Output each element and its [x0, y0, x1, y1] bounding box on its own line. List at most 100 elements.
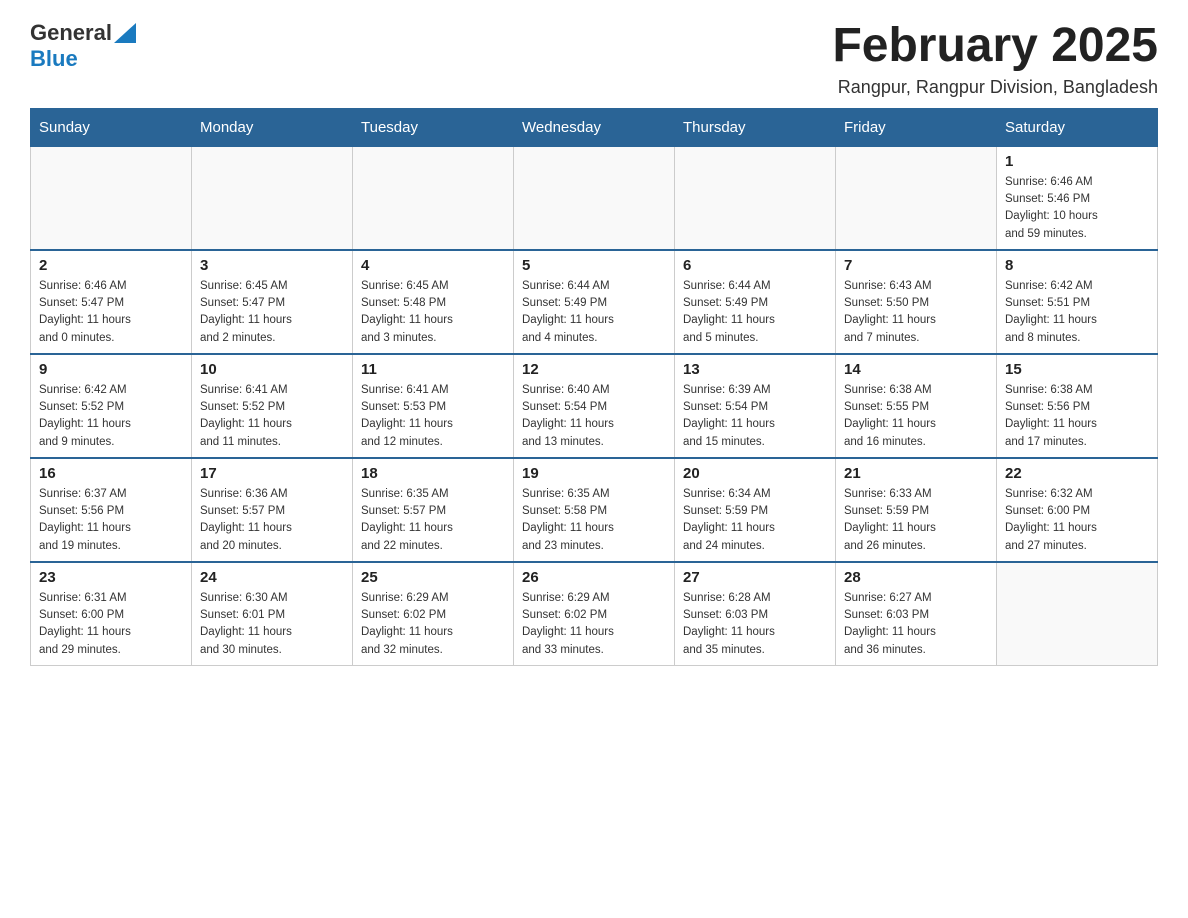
calendar-cell: 24 Sunrise: 6:30 AM Sunset: 6:01 PM Dayli…: [192, 562, 353, 666]
day-number: 1: [1005, 153, 1149, 170]
day-info: Sunrise: 6:43 AM Sunset: 5:50 PM Dayligh…: [844, 278, 988, 347]
calendar-cell: [997, 562, 1158, 666]
day-number: 15: [1005, 361, 1149, 378]
calendar-cell: 18 Sunrise: 6:35 AM Sunset: 5:57 PM Dayli…: [353, 458, 514, 562]
calendar-week-3: 9 Sunrise: 6:42 AM Sunset: 5:52 PM Daylig…: [31, 354, 1158, 458]
calendar-table: SundayMondayTuesdayWednesdayThursdayFrid…: [30, 108, 1158, 666]
day-info: Sunrise: 6:39 AM Sunset: 5:54 PM Dayligh…: [683, 382, 827, 451]
day-number: 6: [683, 257, 827, 274]
calendar-cell: 9 Sunrise: 6:42 AM Sunset: 5:52 PM Daylig…: [31, 354, 192, 458]
calendar-cell: 16 Sunrise: 6:37 AM Sunset: 5:56 PM Dayli…: [31, 458, 192, 562]
day-number: 9: [39, 361, 183, 378]
day-info: Sunrise: 6:29 AM Sunset: 6:02 PM Dayligh…: [361, 590, 505, 659]
calendar-cell: 8 Sunrise: 6:42 AM Sunset: 5:51 PM Daylig…: [997, 250, 1158, 354]
weekday-header-friday: Friday: [836, 108, 997, 146]
day-info: Sunrise: 6:34 AM Sunset: 5:59 PM Dayligh…: [683, 486, 827, 555]
calendar-cell: 5Sunrise: 6:44 AM Sunset: 5:49 PM Daylig…: [514, 250, 675, 354]
day-info: Sunrise: 6:38 AM Sunset: 5:55 PM Dayligh…: [844, 382, 988, 451]
day-info: Sunrise: 6:44 AM Sunset: 5:49 PM Dayligh…: [522, 278, 666, 347]
calendar-subtitle: Rangpur, Rangpur Division, Bangladesh: [832, 77, 1158, 98]
day-number: 11: [361, 361, 505, 378]
weekday-header-sunday: Sunday: [31, 108, 192, 146]
day-info: Sunrise: 6:41 AM Sunset: 5:52 PM Dayligh…: [200, 382, 344, 451]
day-info: Sunrise: 6:30 AM Sunset: 6:01 PM Dayligh…: [200, 590, 344, 659]
calendar-cell: 28 Sunrise: 6:27 AM Sunset: 6:03 PM Dayli…: [836, 562, 997, 666]
calendar-cell: [192, 146, 353, 250]
day-number: 28: [844, 569, 988, 586]
calendar-cell: 27 Sunrise: 6:28 AM Sunset: 6:03 PM Dayli…: [675, 562, 836, 666]
calendar-cell: 21 Sunrise: 6:33 AM Sunset: 5:59 PM Dayli…: [836, 458, 997, 562]
day-info: Sunrise: 6:40 AM Sunset: 5:54 PM Dayligh…: [522, 382, 666, 451]
day-number: 22: [1005, 465, 1149, 482]
day-info: Sunrise: 6:31 AM Sunset: 6:00 PM Dayligh…: [39, 590, 183, 659]
calendar-cell: 3 Sunrise: 6:45 AM Sunset: 5:47 PM Daylig…: [192, 250, 353, 354]
calendar-title: February 2025: [832, 20, 1158, 73]
day-info: Sunrise: 6:41 AM Sunset: 5:53 PM Dayligh…: [361, 382, 505, 451]
day-number: 21: [844, 465, 988, 482]
day-number: 17: [200, 465, 344, 482]
calendar-cell: 10 Sunrise: 6:41 AM Sunset: 5:52 PM Dayli…: [192, 354, 353, 458]
calendar-cell: 15 Sunrise: 6:38 AM Sunset: 5:56 PM Dayli…: [997, 354, 1158, 458]
day-number: 18: [361, 465, 505, 482]
day-number: 12: [522, 361, 666, 378]
day-info: Sunrise: 6:44 AM Sunset: 5:49 PM Dayligh…: [683, 278, 827, 347]
day-info: Sunrise: 6:33 AM Sunset: 5:59 PM Dayligh…: [844, 486, 988, 555]
day-info: Sunrise: 6:46 AM Sunset: 5:47 PM Dayligh…: [39, 278, 183, 347]
weekday-header-monday: Monday: [192, 108, 353, 146]
calendar-cell: [353, 146, 514, 250]
day-number: 26: [522, 569, 666, 586]
calendar-cell: 14 Sunrise: 6:38 AM Sunset: 5:55 PM Dayli…: [836, 354, 997, 458]
calendar-cell: 17 Sunrise: 6:36 AM Sunset: 5:57 PM Dayli…: [192, 458, 353, 562]
day-info: Sunrise: 6:36 AM Sunset: 5:57 PM Dayligh…: [200, 486, 344, 555]
calendar-header: SundayMondayTuesdayWednesdayThursdayFrid…: [31, 108, 1158, 146]
day-info: Sunrise: 6:32 AM Sunset: 6:00 PM Dayligh…: [1005, 486, 1149, 555]
title-block: February 2025 Rangpur, Rangpur Division,…: [832, 20, 1158, 98]
calendar-cell: 2 Sunrise: 6:46 AM Sunset: 5:47 PM Daylig…: [31, 250, 192, 354]
day-info: Sunrise: 6:35 AM Sunset: 5:58 PM Dayligh…: [522, 486, 666, 555]
day-number: 4: [361, 257, 505, 274]
logo-text-blue: Blue: [30, 46, 78, 72]
day-number: 2: [39, 257, 183, 274]
weekday-header-thursday: Thursday: [675, 108, 836, 146]
day-number: 3: [200, 257, 344, 274]
calendar-cell: [675, 146, 836, 250]
weekday-row: SundayMondayTuesdayWednesdayThursdayFrid…: [31, 108, 1158, 146]
day-info: Sunrise: 6:46 AM Sunset: 5:46 PM Dayligh…: [1005, 174, 1149, 243]
day-number: 10: [200, 361, 344, 378]
day-number: 27: [683, 569, 827, 586]
day-info: Sunrise: 6:38 AM Sunset: 5:56 PM Dayligh…: [1005, 382, 1149, 451]
day-info: Sunrise: 6:45 AM Sunset: 5:48 PM Dayligh…: [361, 278, 505, 347]
day-number: 19: [522, 465, 666, 482]
day-number: 16: [39, 465, 183, 482]
calendar-cell: 4 Sunrise: 6:45 AM Sunset: 5:48 PM Daylig…: [353, 250, 514, 354]
calendar-cell: 22 Sunrise: 6:32 AM Sunset: 6:00 PM Dayli…: [997, 458, 1158, 562]
day-number: 25: [361, 569, 505, 586]
day-number: 7: [844, 257, 988, 274]
day-number: 14: [844, 361, 988, 378]
calendar-cell: 19 Sunrise: 6:35 AM Sunset: 5:58 PM Dayli…: [514, 458, 675, 562]
calendar-cell: 20 Sunrise: 6:34 AM Sunset: 5:59 PM Dayli…: [675, 458, 836, 562]
calendar-cell: 1 Sunrise: 6:46 AM Sunset: 5:46 PM Daylig…: [997, 146, 1158, 250]
calendar-cell: 11 Sunrise: 6:41 AM Sunset: 5:53 PM Dayli…: [353, 354, 514, 458]
day-number: 20: [683, 465, 827, 482]
calendar-body: 1 Sunrise: 6:46 AM Sunset: 5:46 PM Daylig…: [31, 146, 1158, 665]
calendar-cell: 12 Sunrise: 6:40 AM Sunset: 5:54 PM Dayli…: [514, 354, 675, 458]
day-info: Sunrise: 6:42 AM Sunset: 5:52 PM Dayligh…: [39, 382, 183, 451]
day-info: Sunrise: 6:45 AM Sunset: 5:47 PM Dayligh…: [200, 278, 344, 347]
day-info: Sunrise: 6:35 AM Sunset: 5:57 PM Dayligh…: [361, 486, 505, 555]
day-number: 13: [683, 361, 827, 378]
day-number: 8: [1005, 257, 1149, 274]
calendar-cell: 25 Sunrise: 6:29 AM Sunset: 6:02 PM Dayli…: [353, 562, 514, 666]
day-info: Sunrise: 6:28 AM Sunset: 6:03 PM Dayligh…: [683, 590, 827, 659]
day-info: Sunrise: 6:37 AM Sunset: 5:56 PM Dayligh…: [39, 486, 183, 555]
logo-text-general: General: [30, 20, 112, 46]
calendar-week-1: 1 Sunrise: 6:46 AM Sunset: 5:46 PM Daylig…: [31, 146, 1158, 250]
day-info: Sunrise: 6:27 AM Sunset: 6:03 PM Dayligh…: [844, 590, 988, 659]
calendar-cell: 23Sunrise: 6:31 AM Sunset: 6:00 PM Dayli…: [31, 562, 192, 666]
calendar-cell: [31, 146, 192, 250]
day-info: Sunrise: 6:42 AM Sunset: 5:51 PM Dayligh…: [1005, 278, 1149, 347]
page-header: General Blue February 2025 Rangpur, Rang…: [30, 20, 1158, 98]
calendar-cell: [514, 146, 675, 250]
logo-triangle-icon: [114, 23, 136, 43]
day-number: 24: [200, 569, 344, 586]
